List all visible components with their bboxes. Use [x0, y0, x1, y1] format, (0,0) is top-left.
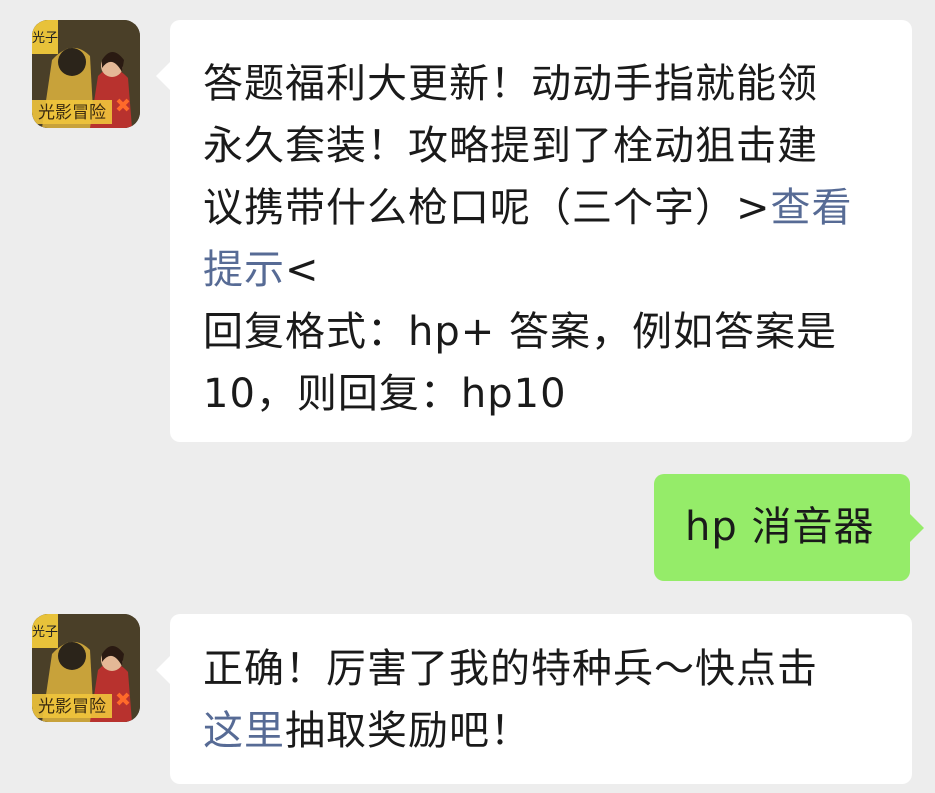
view-hint-link[interactable]: 查看 [771, 185, 853, 231]
message-line: 永久套装！攻略提到了栓动狙击建 [203, 123, 818, 169]
game-logo-icon: 光子 光影冒险 [32, 20, 140, 128]
svg-text:光影冒险: 光影冒险 [38, 103, 106, 123]
message-text: 议携带什么枪口呢（三个字）> [203, 185, 771, 231]
game-logo-icon: 光子 光影冒险 [32, 614, 140, 722]
bot-avatar[interactable]: 光子 光影冒险 [32, 20, 140, 128]
message-line: 10，则回复：hp10 [203, 371, 567, 417]
message-line: 这里抽取奖励吧！ [203, 700, 884, 762]
message-line: 议携带什么枪口呢（三个字）>查看 [203, 177, 884, 239]
user-message-text: hp 消音器 [685, 504, 875, 550]
bot-avatar[interactable]: 光子 光影冒险 [32, 614, 140, 722]
svg-text:光影冒险: 光影冒险 [38, 697, 106, 717]
message-line: 回复格式：hp+ 答案，例如答案是 [203, 309, 837, 355]
bot-message-bubble: 正确！厉害了我的特种兵～快点击 这里抽取奖励吧！ [156, 614, 912, 784]
message-text: 抽取奖励吧！ [285, 708, 531, 754]
view-hint-link-cont[interactable]: 提示 [203, 247, 285, 293]
message-line: 答题福利大更新！动动手指就能领 [203, 61, 818, 107]
svg-text:光子: 光子 [32, 625, 58, 640]
message-line: 提示< [203, 239, 884, 301]
message-line: 正确！厉害了我的特种兵～快点击 [203, 646, 818, 692]
user-message-bubble: hp 消音器 [654, 474, 924, 581]
svg-text:光子: 光子 [32, 31, 58, 46]
message-text: < [285, 247, 320, 293]
bot-message-bubble: 答题福利大更新！动动手指就能领 永久套装！攻略提到了栓动狙击建 议携带什么枪口呢… [156, 20, 912, 442]
click-here-link[interactable]: 这里 [203, 708, 285, 754]
